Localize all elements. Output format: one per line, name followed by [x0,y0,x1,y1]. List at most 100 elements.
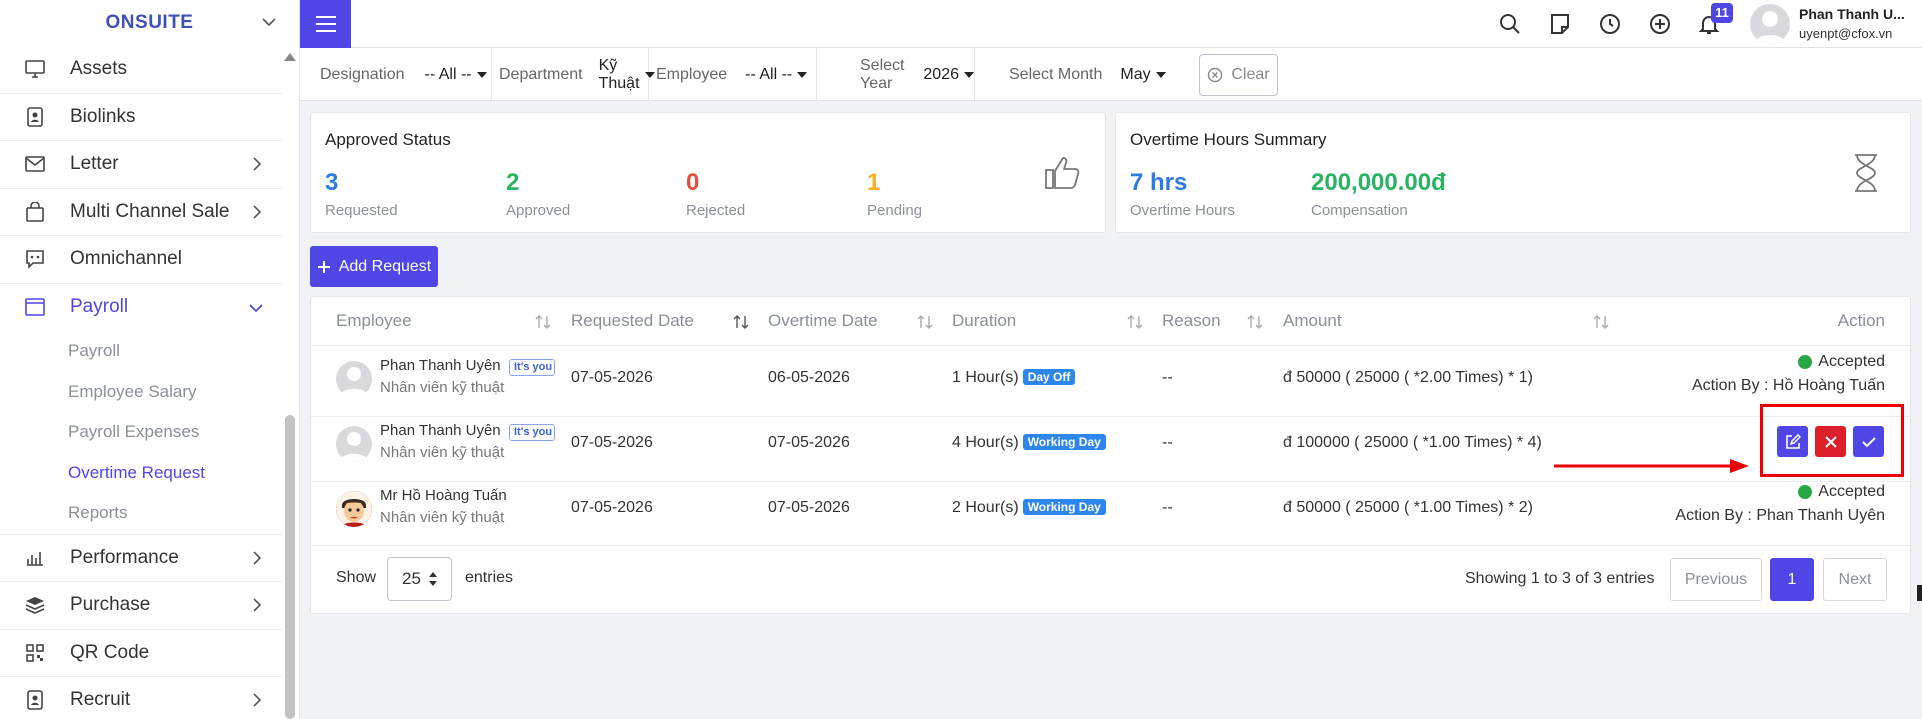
sidebar-subitem-payroll-expenses[interactable]: Payroll Expenses [0,412,282,453]
overtime-summary-card: Overtime Hours Summary 7 hrs Overtime Ho… [1115,112,1911,233]
designation-value: -- All -- [424,65,472,83]
page-1-button[interactable]: 1 [1770,558,1814,601]
employee-select[interactable]: -- All -- [745,65,808,84]
status-dot [1798,355,1813,369]
department-select[interactable]: Kỹ Thuật [599,57,655,93]
sort-icon[interactable] [1127,314,1143,330]
clock-icon[interactable] [1598,12,1622,36]
sidebar-scrollbar[interactable] [285,415,295,719]
next-page-button[interactable]: Next [1823,558,1887,601]
sidebar-item-label: Performance [70,546,179,568]
sidebar-item-recruit[interactable]: Recruit [0,677,282,719]
card-title: Approved Status [325,130,451,149]
avatar[interactable] [1750,4,1790,44]
sidebar-item-performance[interactable]: Performance [0,535,282,582]
month-select[interactable]: May [1120,65,1166,84]
duration: 1 Hour(s) Day Off [952,369,1076,387]
status-badge: Accepted [1798,483,1885,501]
add-request-button[interactable]: Add Request [310,246,438,287]
window-icon [24,296,46,318]
avatar [336,361,372,397]
sidebar-item-label: Multi Channel Sale [70,200,230,222]
clear-filters-button[interactable]: Clear [1199,54,1278,96]
column-header-employee[interactable]: Employee [336,297,412,345]
column-header-reason[interactable]: Reason [1162,297,1221,345]
edge-marker [1917,585,1922,601]
scrollbar-up-arrow[interactable] [284,53,296,61]
day-type-tag: Day Off [1022,369,1076,385]
employee-role: Nhân viên kỹ thuật [380,444,505,461]
badge-icon [24,106,46,128]
sidebar-subitem-overtime-request[interactable]: Overtime Request [0,453,282,494]
sidebar-item-assets[interactable]: Assets [0,46,282,94]
requested-count: 3 [325,169,339,196]
sidebar-item-payroll[interactable]: Payroll [0,284,282,332]
overtime-date: 07-05-2026 [768,434,850,451]
column-header-action: Action [1837,311,1885,330]
chevron-down-icon[interactable] [261,14,277,30]
add-circle-icon[interactable] [1648,12,1672,36]
hourglass-icon [1855,154,1877,192]
notification-badge: 11 [1711,3,1733,23]
month-filter: Select Month May [975,48,1190,101]
sidebar-item-letter[interactable]: Letter [0,141,282,189]
rejected-count: 0 [686,169,700,196]
designation-label: Designation [320,65,405,83]
sidebar-nav: Assets Biolinks Letter Multi Channel Sal… [0,46,282,719]
search-icon[interactable] [1498,12,1522,36]
employee-value: -- All -- [745,65,793,83]
duration-value: 4 Hour(s) [952,434,1019,451]
previous-page-button[interactable]: Previous [1670,558,1762,601]
employee-role: Nhân viên kỹ thuật [380,509,505,526]
user-name[interactable]: Phan Thanh U... [1799,6,1905,22]
page-size-value: 25 [402,569,421,588]
action-by: Action By : Phan Thanh Uyên [1675,507,1885,524]
sidebar-subitem-employee-salary[interactable]: Employee Salary [0,372,282,413]
amount: đ 50000 ( 25000 ( *2.00 Times) * 1) [1283,369,1533,386]
reason: -- [1162,434,1173,451]
sidebar-item-multi-channel-sale[interactable]: Multi Channel Sale [0,189,282,236]
sort-icon[interactable] [535,314,551,330]
hamburger-menu-button[interactable] [300,0,351,48]
page-size-select[interactable]: 25 [387,557,452,601]
its-you-tag: It's you [509,359,555,376]
sidebar-item-label: Biolinks [70,105,136,127]
brand-name: ONSUITE [105,12,194,33]
sort-icon[interactable] [1593,314,1609,330]
sidebar-item-label: Letter [70,153,119,175]
sidebar-item-omnichannel[interactable]: Omnichannel [0,236,282,284]
sort-icon[interactable] [733,314,749,330]
sidebar-item-biolinks[interactable]: Biolinks [0,94,282,141]
sidebar-item-qr-code[interactable]: QR Code [0,630,282,677]
sort-icon[interactable] [1247,314,1263,330]
sidebar-item-label: QR Code [70,641,150,663]
sidebar-subitem-payroll[interactable]: Payroll [0,331,282,372]
sidebar-subitem-reports[interactable]: Reports [0,493,282,534]
sort-icon[interactable] [917,314,933,330]
employee-role: Nhân viên kỹ thuật [380,379,505,396]
avatar [336,426,372,462]
envelope-icon [24,153,46,175]
status-text: Accepted [1818,353,1885,370]
sidebar-item-purchase[interactable]: Purchase [0,582,282,630]
column-header-requested-date[interactable]: Requested Date [571,297,694,345]
add-request-label: Add Request [338,257,432,275]
column-header-duration[interactable]: Duration [952,297,1016,345]
sticky-note-icon[interactable] [1548,12,1572,36]
user-email: uyenpt@cfox.vn [1799,26,1893,41]
reason: -- [1162,499,1173,516]
department-value: Kỹ Thuật [598,56,640,92]
year-select[interactable]: 2026 [923,66,974,84]
employee-label: Employee [656,65,728,83]
sidebar-item-label: Purchase [70,594,151,616]
employee-name: Phan Thanh Uyên [380,357,501,374]
reason: -- [1162,369,1173,386]
column-header-amount[interactable]: Amount [1283,297,1342,345]
month-value: May [1120,65,1151,83]
brand-header[interactable]: ONSUITE [0,0,299,46]
column-header-overtime-date[interactable]: Overtime Date [768,297,878,345]
row-divider [311,545,1910,546]
designation-select[interactable]: -- All -- [425,66,487,84]
year-value: 2026 [923,65,959,83]
caret-down-icon [476,71,487,78]
